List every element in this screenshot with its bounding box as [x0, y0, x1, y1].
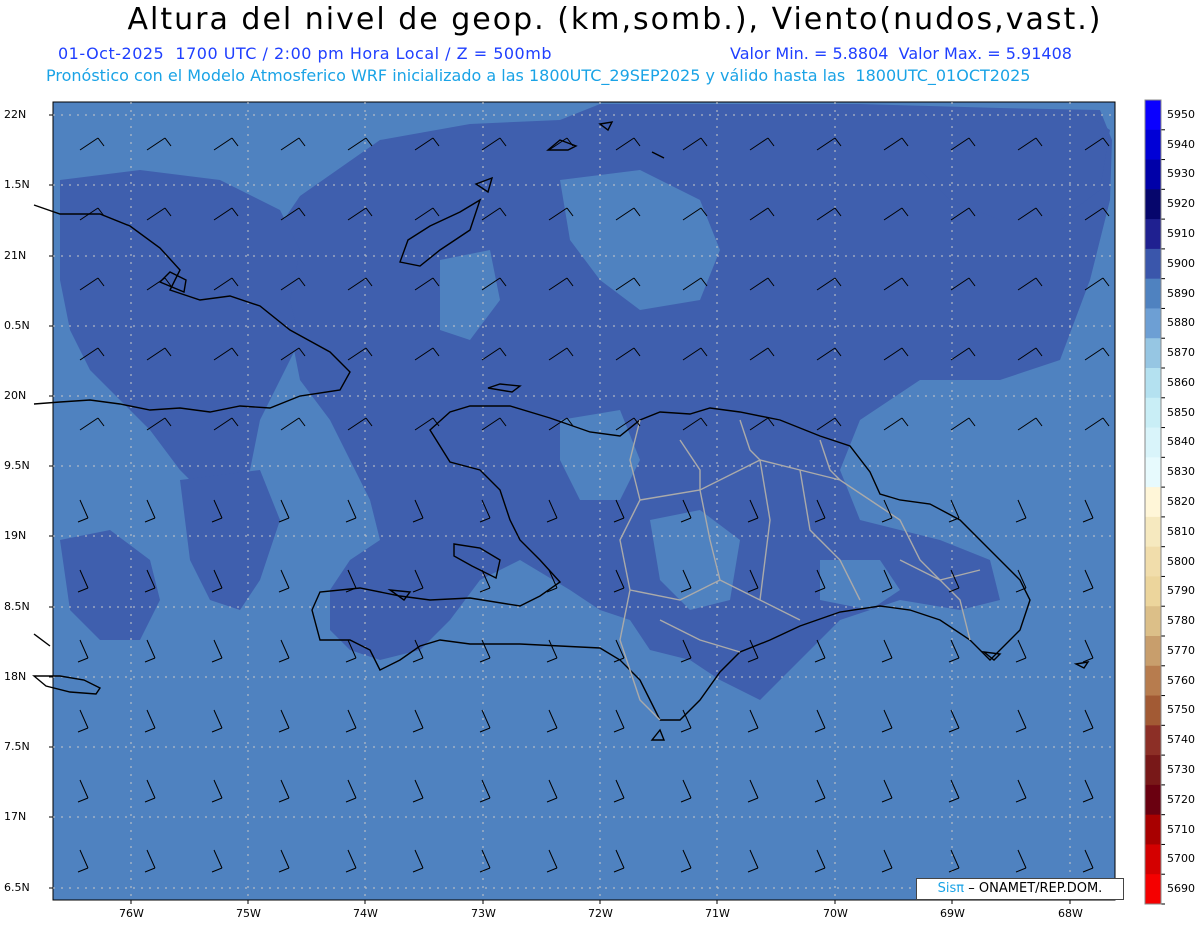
- lon-label: 68W: [1058, 907, 1083, 920]
- lon-label: 71W: [705, 907, 730, 920]
- colorbar-label: 5870: [1167, 346, 1195, 360]
- lon-label: 76W: [119, 907, 144, 920]
- lat-label: 20N: [4, 389, 27, 402]
- colorbar-segment: [1145, 368, 1161, 399]
- colorbar-segment: [1145, 159, 1161, 190]
- colorbar-label: 5910: [1167, 227, 1195, 240]
- colorbar-segment: [1145, 516, 1161, 548]
- lat-label: 0.5N: [4, 319, 30, 332]
- colorbar-segment: [1145, 100, 1161, 131]
- lon-label: 69W: [940, 907, 965, 920]
- colorbar-label: 5840: [1167, 435, 1195, 449]
- colorbar-segment: [1145, 665, 1161, 697]
- colorbar-segment: [1145, 546, 1161, 577]
- lat-label: 19N: [4, 529, 27, 542]
- geopotential-map: [32, 99, 1165, 905]
- colorbar-label: 5810: [1167, 524, 1195, 538]
- lon-label: 70W: [823, 907, 848, 920]
- credit-badge: Sisπ – ONAMET/REP.DOM.: [916, 878, 1124, 900]
- colorbar-label: 5850: [1167, 405, 1195, 419]
- lat-label: 1.5N: [4, 178, 30, 191]
- colorbar-segment: [1145, 487, 1161, 518]
- colorbar-segment: [1145, 606, 1161, 637]
- colorbar-label: 5740: [1167, 733, 1195, 747]
- colorbar-label: 5820: [1167, 495, 1195, 508]
- colorbar-label: 5930: [1167, 167, 1195, 181]
- colorbar-segment: [1145, 189, 1161, 220]
- colorbar-segment: [1145, 397, 1161, 429]
- colorbar-segment: [1145, 219, 1161, 250]
- lat-label: 6.5N: [4, 881, 30, 894]
- lat-label: 7.5N: [4, 740, 30, 753]
- sis-logo: Sisπ: [937, 881, 965, 896]
- colorbar-label: 5720: [1167, 792, 1195, 806]
- colorbar-label: 5900: [1167, 256, 1195, 270]
- lat-label: 17N: [4, 810, 27, 823]
- lat-label: 8.5N: [4, 600, 30, 613]
- lat-label: 22N: [4, 108, 27, 121]
- colorbar-label: 5860: [1167, 375, 1195, 389]
- colorbar-segment: [1145, 457, 1161, 488]
- colorbar-label: 5920: [1167, 197, 1195, 211]
- colorbar-segment: [1145, 129, 1161, 161]
- colorbar-label: 5700: [1167, 852, 1195, 866]
- colorbar-label: 5750: [1167, 703, 1195, 717]
- colorbar-label: 5730: [1167, 763, 1195, 776]
- colorbar-label: 5760: [1167, 673, 1195, 687]
- colorbar-segment: [1145, 636, 1161, 667]
- colorbar-segment: [1145, 755, 1161, 786]
- colorbar-label: 5830: [1167, 465, 1195, 479]
- colorbar-segment: [1145, 725, 1161, 756]
- colorbar-segment: [1145, 278, 1161, 309]
- credit-text: – ONAMET/REP.DOM.: [968, 881, 1103, 896]
- colorbar-segment: [1145, 784, 1161, 816]
- colorbar-segment: [1145, 874, 1161, 905]
- colorbar-label: 5890: [1167, 286, 1195, 300]
- lon-label: 75W: [236, 907, 261, 920]
- lat-label: 9.5N: [4, 459, 30, 472]
- colorbar-segment: [1145, 844, 1161, 875]
- colorbar-segment: [1145, 695, 1161, 726]
- colorbar-label: 5790: [1167, 584, 1195, 598]
- colorbar-label: 5690: [1167, 882, 1195, 896]
- colorbar-segment: [1145, 338, 1161, 369]
- lon-label: 72W: [588, 907, 613, 920]
- colorbar-label: 5800: [1167, 554, 1195, 568]
- colorbar-segment: [1145, 427, 1161, 458]
- colorbar-label: 5710: [1167, 822, 1195, 836]
- colorbar-segment: [1145, 248, 1161, 280]
- colorbar-segment: [1145, 814, 1161, 845]
- colorbar-segment: [1145, 308, 1161, 339]
- colorbar-label: 5940: [1167, 137, 1195, 151]
- colorbar-label: 5950: [1167, 107, 1195, 121]
- lat-label: 21N: [4, 249, 27, 262]
- lon-label: 73W: [471, 907, 496, 920]
- lat-label: 18N: [4, 670, 27, 683]
- colorbar-label: 5780: [1167, 614, 1195, 628]
- colorbar-label: 5880: [1167, 316, 1195, 330]
- lon-label: 74W: [353, 907, 378, 920]
- colorbar-segment: [1145, 576, 1161, 607]
- colorbar-label: 5770: [1167, 643, 1195, 657]
- colorbar: [1145, 100, 1165, 905]
